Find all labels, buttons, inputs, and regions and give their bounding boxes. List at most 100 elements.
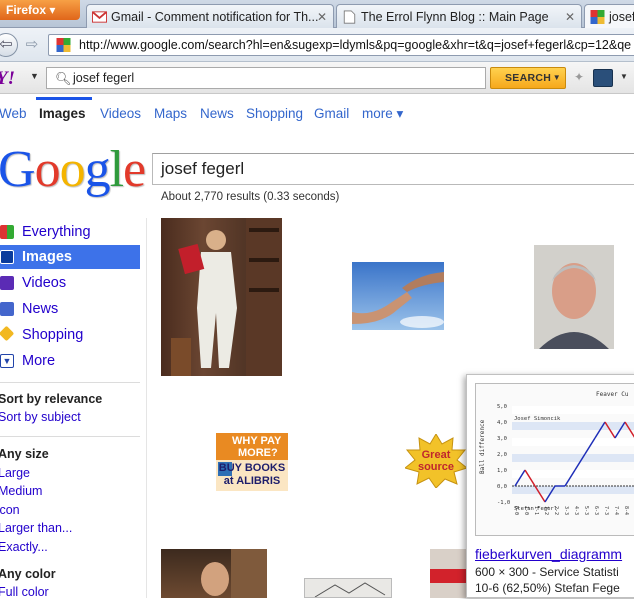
chevron-down-icon[interactable]: ▼ (30, 71, 39, 81)
chart-x-tick: 7-4 (613, 506, 619, 515)
sidebar-item-label: News (22, 301, 59, 317)
navigation-toolbar: ⇦ ⇨ http://www.google.com/search?hl=en&s… (0, 28, 634, 62)
chart-x-tick: 7-3 (603, 506, 609, 515)
film-icon (0, 276, 14, 290)
forward-button[interactable]: ⇨ (22, 36, 42, 54)
google-icon (590, 10, 605, 24)
gnav-web[interactable]: Web (0, 106, 27, 121)
column-divider (146, 218, 147, 598)
chart-y-label: Ball difference (479, 419, 486, 474)
sidebar-item-more[interactable]: ▼ More (0, 349, 140, 373)
movie-icon[interactable] (593, 69, 613, 87)
ad-line: WHY PAY (232, 435, 282, 447)
size-icon-link[interactable]: Icon (0, 503, 20, 517)
tab-label: josef (609, 10, 634, 24)
back-button[interactable]: ⇦ (0, 33, 18, 57)
preview-meta-line2: 10-6 (62,50%) Stefan Fege (475, 581, 620, 595)
address-bar[interactable]: http://www.google.com/search?hl=en&sugex… (48, 34, 634, 56)
image-result-sketch[interactable] (304, 578, 392, 598)
chart-y-tick: 1,0 (497, 468, 507, 474)
chart-y-tick: 5,0 (497, 404, 507, 410)
search-icon: 🔍︎ (55, 71, 72, 86)
sidebar-item-label: Everything (22, 224, 91, 240)
preview-chart-image[interactable]: Feaver Cu Ball difference 5,0 4,0 3,0 2,0 1,… (475, 383, 634, 536)
search-query: josef fegerl (161, 159, 245, 178)
firefox-menu-button[interactable]: Firefox ▾ (0, 0, 80, 20)
chart-label-stefan: Stefan Fegerl (514, 506, 557, 512)
image-result-hands-sky[interactable] (352, 262, 444, 330)
sidebar-item-shopping[interactable]: Shopping (0, 323, 140, 347)
ad-line: BUY BOOKS (218, 462, 286, 474)
sidebar-item-news[interactable]: News (0, 297, 140, 321)
chart-y-tick: 4,0 (497, 420, 507, 426)
chart-x-tick: 6-3 (593, 506, 599, 515)
yahoo-toolbar: Y! ▼ 🔍︎ josef fegerl SEARCH▼ ✦ ▼ (0, 62, 634, 94)
size-large-link[interactable]: Large (0, 466, 30, 480)
camera-icon (0, 250, 14, 264)
chart-x-tick: 5-3 (583, 506, 589, 515)
chart-label-josef: Josef Simoncik (514, 416, 561, 422)
image-result-man-in-white-suit[interactable] (161, 218, 282, 376)
tab-google-josef[interactable]: josef (584, 4, 634, 29)
gnav-shopping[interactable]: Shopping (246, 106, 303, 121)
sketch-image (314, 582, 386, 597)
browser-tab-bar: Firefox ▾ Gmail - Comment notification f… (0, 0, 634, 29)
google-logo[interactable]: Google (0, 140, 146, 200)
image-result-alibris-ad[interactable]: WHY PAY MORE? BUY BOOKS at ALIBRIS (216, 433, 288, 491)
preview-title-link[interactable]: fieberkurven_diagramm (475, 546, 622, 562)
image-result-older-man-portrait[interactable] (534, 245, 614, 349)
size-heading: Any size (0, 447, 49, 461)
sidebar-item-label: Videos (22, 275, 67, 291)
chart-band (512, 486, 634, 494)
badge-line: Great (421, 449, 451, 461)
result-stats: About 2,770 results (0.33 seconds) (161, 191, 340, 203)
image-preview-popup[interactable]: Feaver Cu Ball difference 5,0 4,0 3,0 2,0 1,… (466, 374, 634, 598)
gnav-maps[interactable]: Maps (154, 106, 187, 121)
gnav-more[interactable]: more ▾ (362, 106, 403, 122)
google-icon (56, 38, 71, 52)
size-larger-than-link[interactable]: Larger than... (0, 521, 72, 535)
search-button-label: SEARCH (505, 72, 552, 84)
close-icon[interactable]: ✕ (565, 10, 575, 24)
tab-errol-flynn[interactable]: The Errol Flynn Blog :: Main Page ✕ (336, 4, 582, 28)
tab-gmail[interactable]: Gmail - Comment notification for Th... ✕ (86, 4, 334, 28)
size-medium-link[interactable]: Medium (0, 484, 42, 498)
size-exactly-link[interactable]: Exactly... (0, 540, 48, 554)
divider (0, 382, 140, 383)
ad-line: MORE? (238, 447, 278, 459)
preview-meta: 600 × 300 - Service Statisti (475, 565, 619, 579)
yahoo-search-input[interactable]: 🔍︎ josef fegerl (46, 67, 486, 89)
yahoo-search-value: josef fegerl (73, 71, 135, 85)
chart-y-tick: 3,0 (497, 436, 507, 442)
chart-y-ticks: 5,0 4,0 3,0 2,0 1,0 0,0 -1,0 (497, 404, 510, 506)
chart-y-tick: -1,0 (497, 500, 510, 506)
sidebar-item-everything[interactable]: Everything (0, 220, 140, 244)
sidebar-item-label: Shopping (22, 327, 84, 343)
gnav-images[interactable]: Images (39, 106, 86, 121)
sidebar-item-videos[interactable]: Videos (0, 271, 140, 295)
color-full-link[interactable]: Full color (0, 585, 49, 599)
sort-by-subject-link[interactable]: Sort by subject (0, 410, 81, 424)
chevron-down-icon[interactable]: ▼ (620, 72, 628, 81)
gnav-videos[interactable]: Videos (100, 106, 141, 121)
sidebar-item-images[interactable]: Images (0, 245, 140, 269)
chart-y-tick: 0,0 (497, 484, 507, 490)
chevron-down-icon[interactable]: ▼ (553, 73, 561, 82)
address-url: http://www.google.com/search?hl=en&sugex… (79, 38, 632, 52)
image-result-great-source-badge[interactable]: Great source (405, 434, 467, 488)
sort-heading: Sort by relevance (0, 392, 103, 406)
gnav-news[interactable]: News (200, 106, 234, 121)
chart-band (512, 438, 634, 446)
image-result-man-dark[interactable] (161, 549, 267, 598)
search-input[interactable]: josef fegerl (152, 153, 634, 185)
image-result-express[interactable] (430, 549, 466, 598)
badge-line: source (417, 461, 455, 473)
yahoo-search-button[interactable]: SEARCH ▼ (490, 67, 566, 89)
close-icon[interactable]: ✕ (317, 10, 327, 24)
newspaper-icon (0, 302, 14, 316)
yahoo-logo[interactable]: Y! (0, 68, 15, 90)
gnav-gmail[interactable]: Gmail (314, 106, 349, 121)
chart-x-tick: 8-4 (623, 506, 629, 515)
portrait-image (539, 263, 609, 349)
chart-band (512, 454, 634, 462)
